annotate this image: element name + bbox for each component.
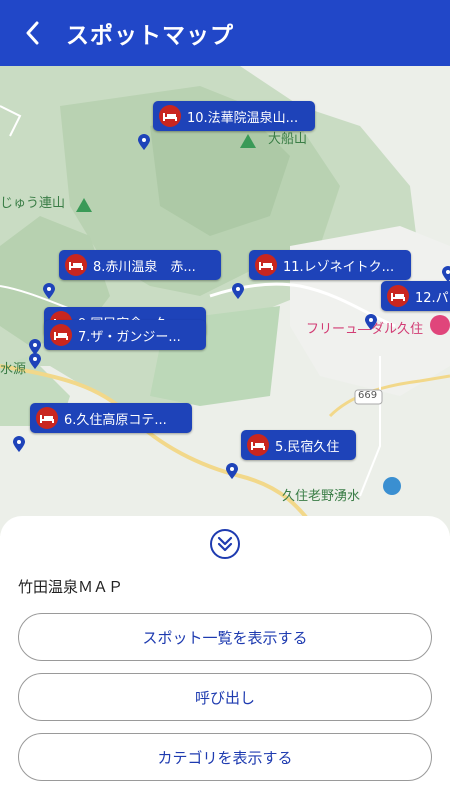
map-pin-icon[interactable] bbox=[226, 463, 238, 479]
spot-label-6[interactable]: 6.久住高原コテ... bbox=[30, 403, 192, 433]
map-pin-icon[interactable] bbox=[442, 266, 450, 282]
map-pin-icon[interactable] bbox=[138, 134, 150, 150]
bed-icon bbox=[50, 324, 72, 346]
spot-label-text: 10.法華院温泉山... bbox=[187, 110, 299, 126]
spot-label-5[interactable]: 5.民宿久住 bbox=[241, 430, 356, 460]
bed-icon bbox=[255, 254, 277, 276]
bottom-sheet: 竹田温泉ＭＡＰ スポット一覧を表示する 呼び出し カテゴリを表示する bbox=[0, 516, 450, 800]
map-road-number: 669 bbox=[358, 390, 378, 401]
spot-label-11[interactable]: 11.レゾネイトク... bbox=[249, 250, 411, 280]
bed-icon bbox=[159, 105, 181, 127]
map-place-suigen: 水源 bbox=[0, 362, 27, 377]
bed-icon bbox=[387, 285, 409, 307]
spot-label-text: 6.久住高原コテ... bbox=[64, 412, 167, 428]
map-place-wakimizu: 久住老野湧水 bbox=[282, 489, 361, 504]
bed-icon bbox=[247, 434, 269, 456]
spot-label-text: 5.民宿久住 bbox=[275, 439, 340, 455]
spot-label-text: 11.レゾネイトク... bbox=[283, 259, 395, 275]
double-chevron-down-icon[interactable] bbox=[209, 528, 241, 560]
map-pin-icon[interactable] bbox=[29, 353, 41, 369]
spot-label-text: 7.ザ・ガンジー... bbox=[78, 329, 181, 345]
flower-park-icon bbox=[430, 315, 450, 335]
show-spot-list-button[interactable]: スポット一覧を表示する bbox=[18, 613, 432, 661]
map-place-kuju-rensan: じゅう連山 bbox=[0, 196, 66, 211]
bed-icon bbox=[36, 407, 58, 429]
spot-label-text: 12.パ bbox=[415, 290, 449, 306]
map-view[interactable]: 大船山 じゅう連山 水源 フリーュ―ダル久住 669 久住老野湧水 10.法華院… bbox=[0, 66, 450, 536]
map-pin-icon[interactable] bbox=[232, 283, 244, 299]
spot-label-text: 8.赤川温泉 赤... bbox=[93, 259, 196, 275]
map-pin-icon[interactable] bbox=[43, 283, 55, 299]
spot-label-10[interactable]: 10.法華院温泉山... bbox=[153, 101, 315, 131]
app-header: スポットマップ bbox=[0, 0, 450, 66]
map-pin-icon[interactable] bbox=[13, 436, 25, 452]
back-button[interactable] bbox=[22, 18, 42, 48]
page-title: スポットマップ bbox=[66, 23, 234, 49]
map-pin-icon[interactable] bbox=[365, 314, 377, 330]
chevron-left-icon bbox=[26, 21, 39, 45]
spot-label-12[interactable]: 12.パ bbox=[381, 281, 450, 311]
show-category-button[interactable]: カテゴリを表示する bbox=[18, 733, 432, 781]
spot-label-7[interactable]: 7.ザ・ガンジー... bbox=[44, 320, 206, 350]
water-source-icon bbox=[383, 477, 401, 495]
bed-icon bbox=[65, 254, 87, 276]
sheet-title: 竹田温泉ＭＡＰ bbox=[18, 578, 124, 596]
call-button[interactable]: 呼び出し bbox=[18, 673, 432, 721]
spot-label-8[interactable]: 8.赤川温泉 赤... bbox=[59, 250, 221, 280]
